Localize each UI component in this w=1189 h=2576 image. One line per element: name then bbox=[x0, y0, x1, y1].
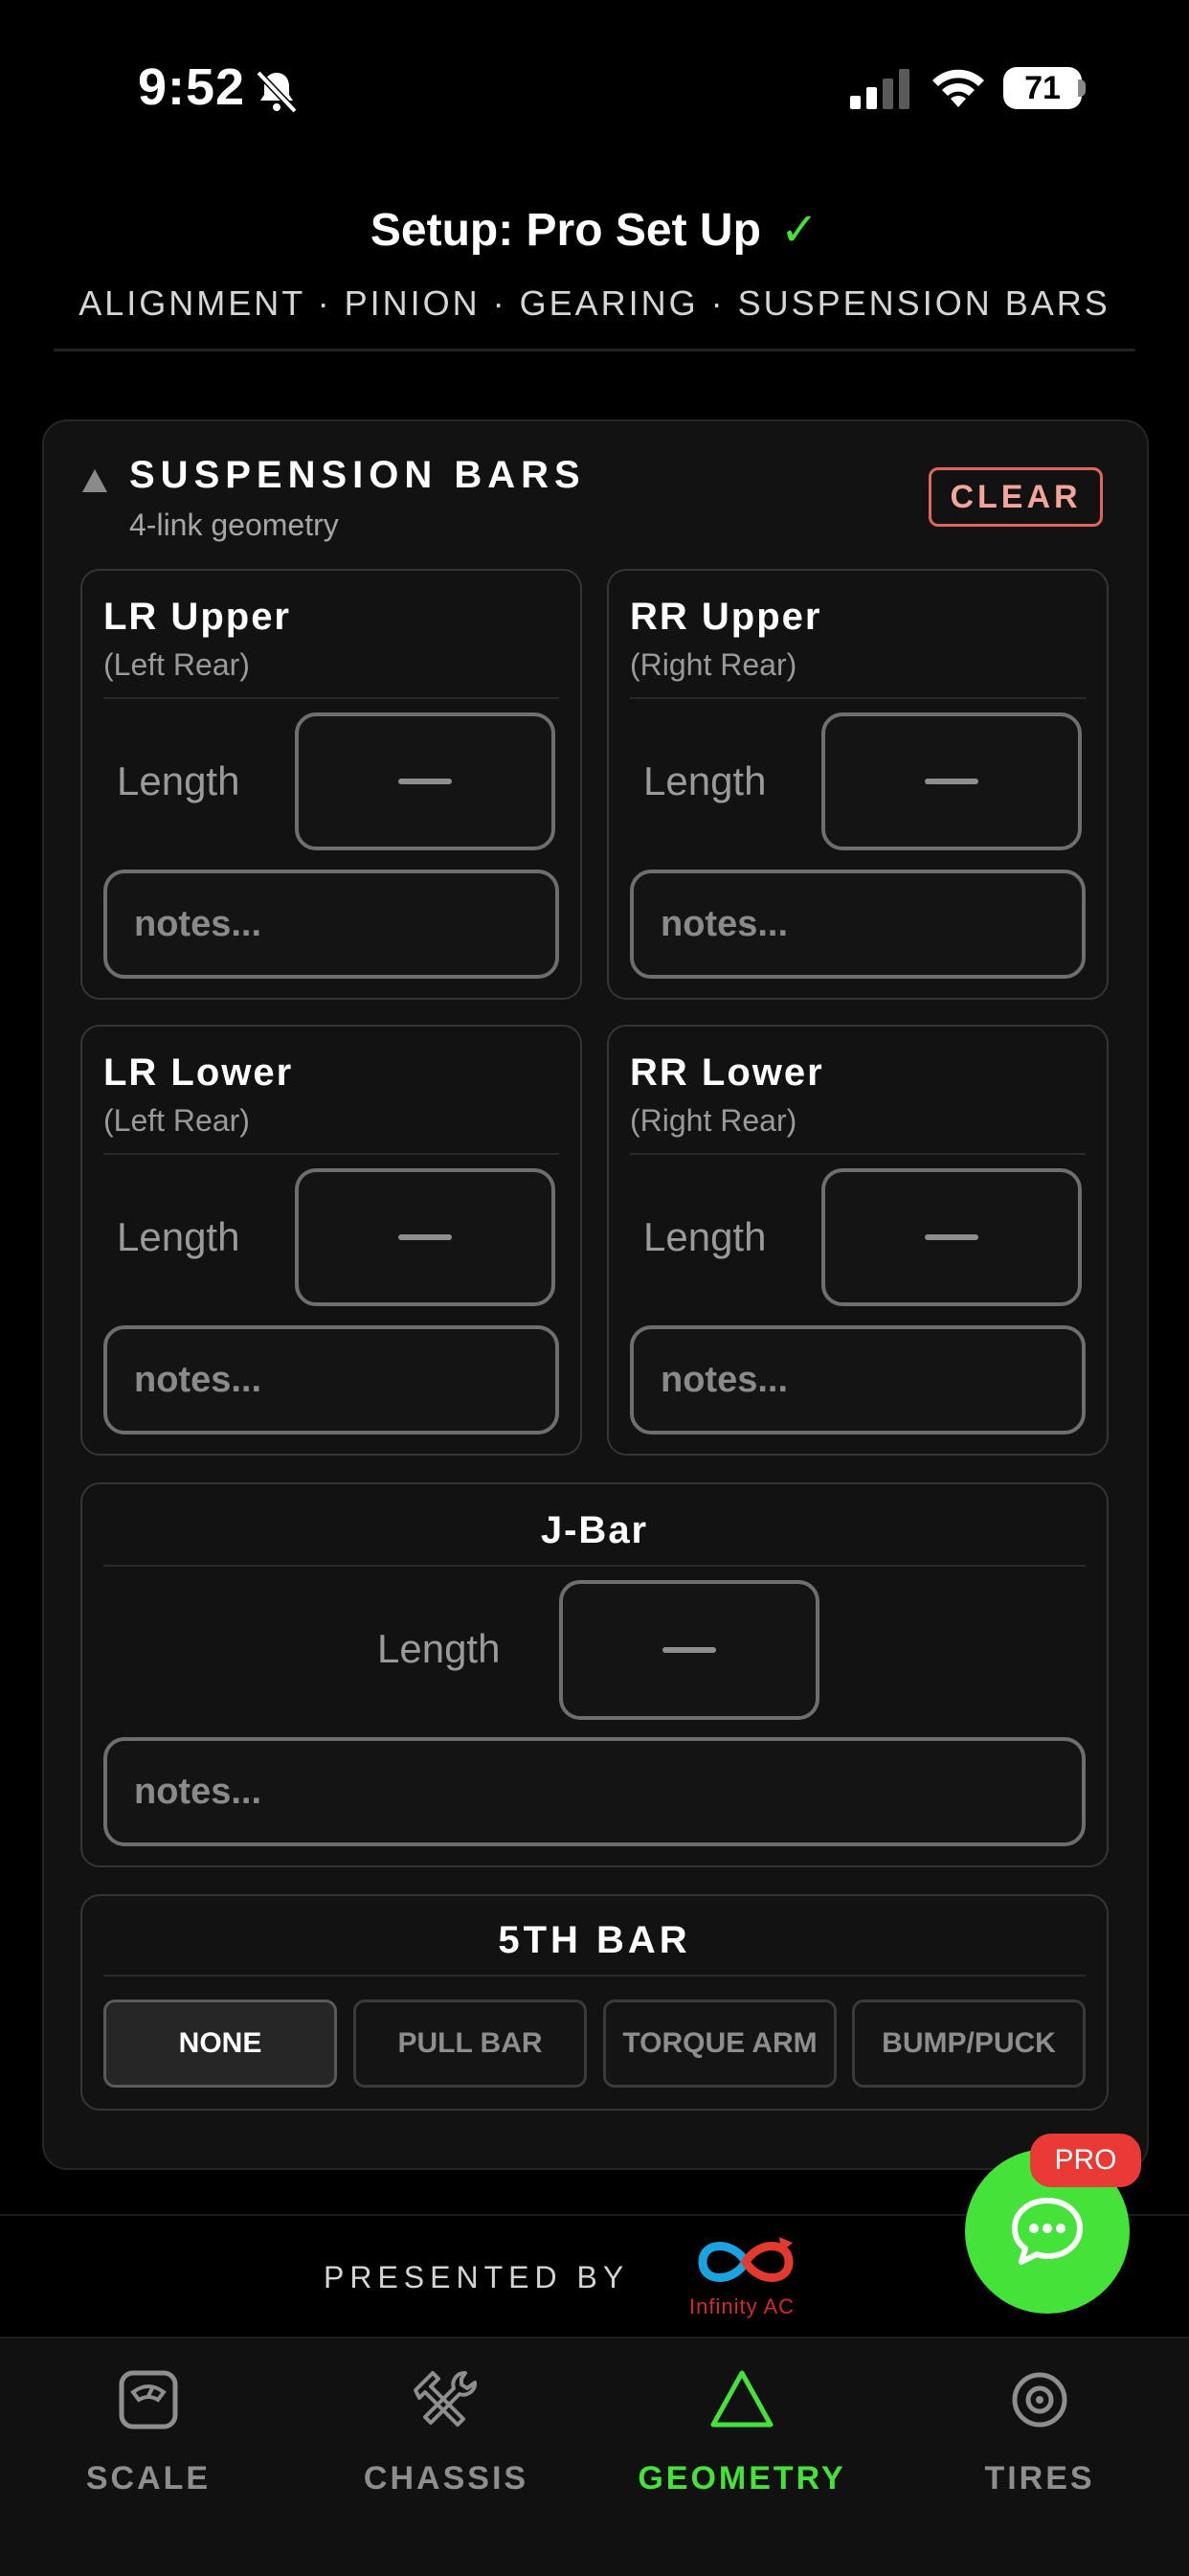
lr-lower-length-input[interactable] bbox=[295, 1168, 555, 1306]
check-icon: ✓ bbox=[779, 205, 819, 256]
empty-dash bbox=[398, 1234, 452, 1240]
bar-divider bbox=[103, 697, 559, 699]
rr-upper-length-input[interactable] bbox=[821, 712, 1082, 850]
bar-subtitle: (Right Rear) bbox=[630, 1103, 797, 1138]
tab-label: TIRES bbox=[984, 2460, 1095, 2497]
presented-by-label: PRESENTED BY bbox=[324, 2260, 630, 2294]
status-time: 9:52 bbox=[138, 58, 246, 116]
tab-label: SCALE bbox=[85, 2460, 212, 2497]
length-label: Length bbox=[643, 758, 767, 803]
scale-icon bbox=[119, 2370, 178, 2429]
bar-name: RR Upper bbox=[630, 596, 822, 638]
tab-chassis[interactable]: CHASSIS bbox=[322, 2363, 571, 2497]
tab-scale[interactable]: SCALE bbox=[24, 2363, 273, 2497]
fifth-bar-title: 5TH BAR bbox=[498, 1919, 691, 1961]
empty-dash bbox=[925, 1234, 978, 1240]
rr-lower-notes-input[interactable]: notes... bbox=[630, 1325, 1086, 1435]
page-title: Setup: Pro Set Up ✓ bbox=[0, 203, 1189, 257]
collapse-triangle-icon[interactable] bbox=[80, 467, 109, 494]
chat-bubble-icon bbox=[1012, 2198, 1083, 2265]
tab-label: GEOMETRY bbox=[638, 2460, 846, 2497]
setup-name: Setup: Pro Set Up bbox=[370, 205, 761, 256]
length-label: Length bbox=[643, 1214, 767, 1259]
bar-divider bbox=[630, 697, 1086, 699]
clear-button[interactable]: CLEAR bbox=[929, 467, 1103, 527]
bell-muted-icon bbox=[256, 70, 298, 114]
empty-dash bbox=[662, 1647, 716, 1653]
header-divider bbox=[54, 349, 1135, 351]
target-icon bbox=[1012, 2372, 1067, 2428]
bar-name: J-Bar bbox=[540, 1509, 649, 1551]
length-label: Length bbox=[117, 758, 240, 803]
fifth-bar-none-button[interactable]: NONE bbox=[103, 2000, 337, 2088]
fifth-bar-pull-bar-button[interactable]: PULL BAR bbox=[353, 2000, 587, 2088]
bar-name: LR Lower bbox=[103, 1051, 294, 1094]
empty-dash bbox=[398, 779, 452, 784]
signal-icon bbox=[850, 69, 909, 109]
bar-divider bbox=[103, 1153, 559, 1155]
battery-indicator: 71 bbox=[1003, 67, 1082, 109]
bar-subtitle: (Left Rear) bbox=[103, 647, 250, 682]
section-title: SUSPENSION BARS bbox=[129, 454, 586, 496]
empty-dash bbox=[925, 779, 978, 784]
triangle-icon bbox=[710, 2370, 774, 2428]
bar-name: RR Lower bbox=[630, 1051, 824, 1094]
tab-tires[interactable]: TIRES bbox=[915, 2363, 1164, 2497]
pro-badge: PRO bbox=[1030, 2134, 1141, 2187]
sponsor-logo-text: Infinity AC bbox=[689, 2294, 796, 2318]
tab-label: CHASSIS bbox=[363, 2460, 529, 2497]
bar-subtitle: (Left Rear) bbox=[103, 1103, 250, 1138]
tools-icon bbox=[414, 2371, 477, 2427]
length-label: Length bbox=[377, 1626, 501, 1671]
j-bar-notes-input[interactable]: notes... bbox=[103, 1737, 1086, 1846]
fifth-bar-bump-puck-button[interactable]: BUMP/PUCK bbox=[852, 2000, 1086, 2088]
bar-divider bbox=[103, 1975, 1086, 1977]
section-nav[interactable]: ALIGNMENT · PINION · GEARING · SUSPENSIO… bbox=[0, 283, 1189, 324]
wifi-icon bbox=[932, 69, 984, 107]
battery-cap bbox=[1078, 79, 1086, 97]
lr-upper-notes-input[interactable]: notes... bbox=[103, 870, 559, 979]
rr-upper-notes-input[interactable]: notes... bbox=[630, 870, 1086, 979]
bar-name: LR Upper bbox=[103, 596, 291, 638]
lr-lower-notes-input[interactable]: notes... bbox=[103, 1325, 559, 1435]
tab-geometry[interactable]: GEOMETRY bbox=[617, 2363, 866, 2497]
length-label: Length bbox=[117, 1214, 240, 1259]
rr-lower-length-input[interactable] bbox=[821, 1168, 1082, 1306]
j-bar-length-input[interactable] bbox=[559, 1580, 819, 1720]
lr-upper-length-input[interactable] bbox=[295, 712, 555, 850]
bar-subtitle: (Right Rear) bbox=[630, 647, 797, 682]
section-subtitle: 4-link geometry bbox=[129, 508, 339, 542]
fifth-bar-torque-arm-button[interactable]: TORQUE ARM bbox=[603, 2000, 837, 2088]
bar-divider bbox=[630, 1153, 1086, 1155]
infinity-logo-icon bbox=[698, 2237, 794, 2282]
bar-divider bbox=[103, 1565, 1086, 1567]
